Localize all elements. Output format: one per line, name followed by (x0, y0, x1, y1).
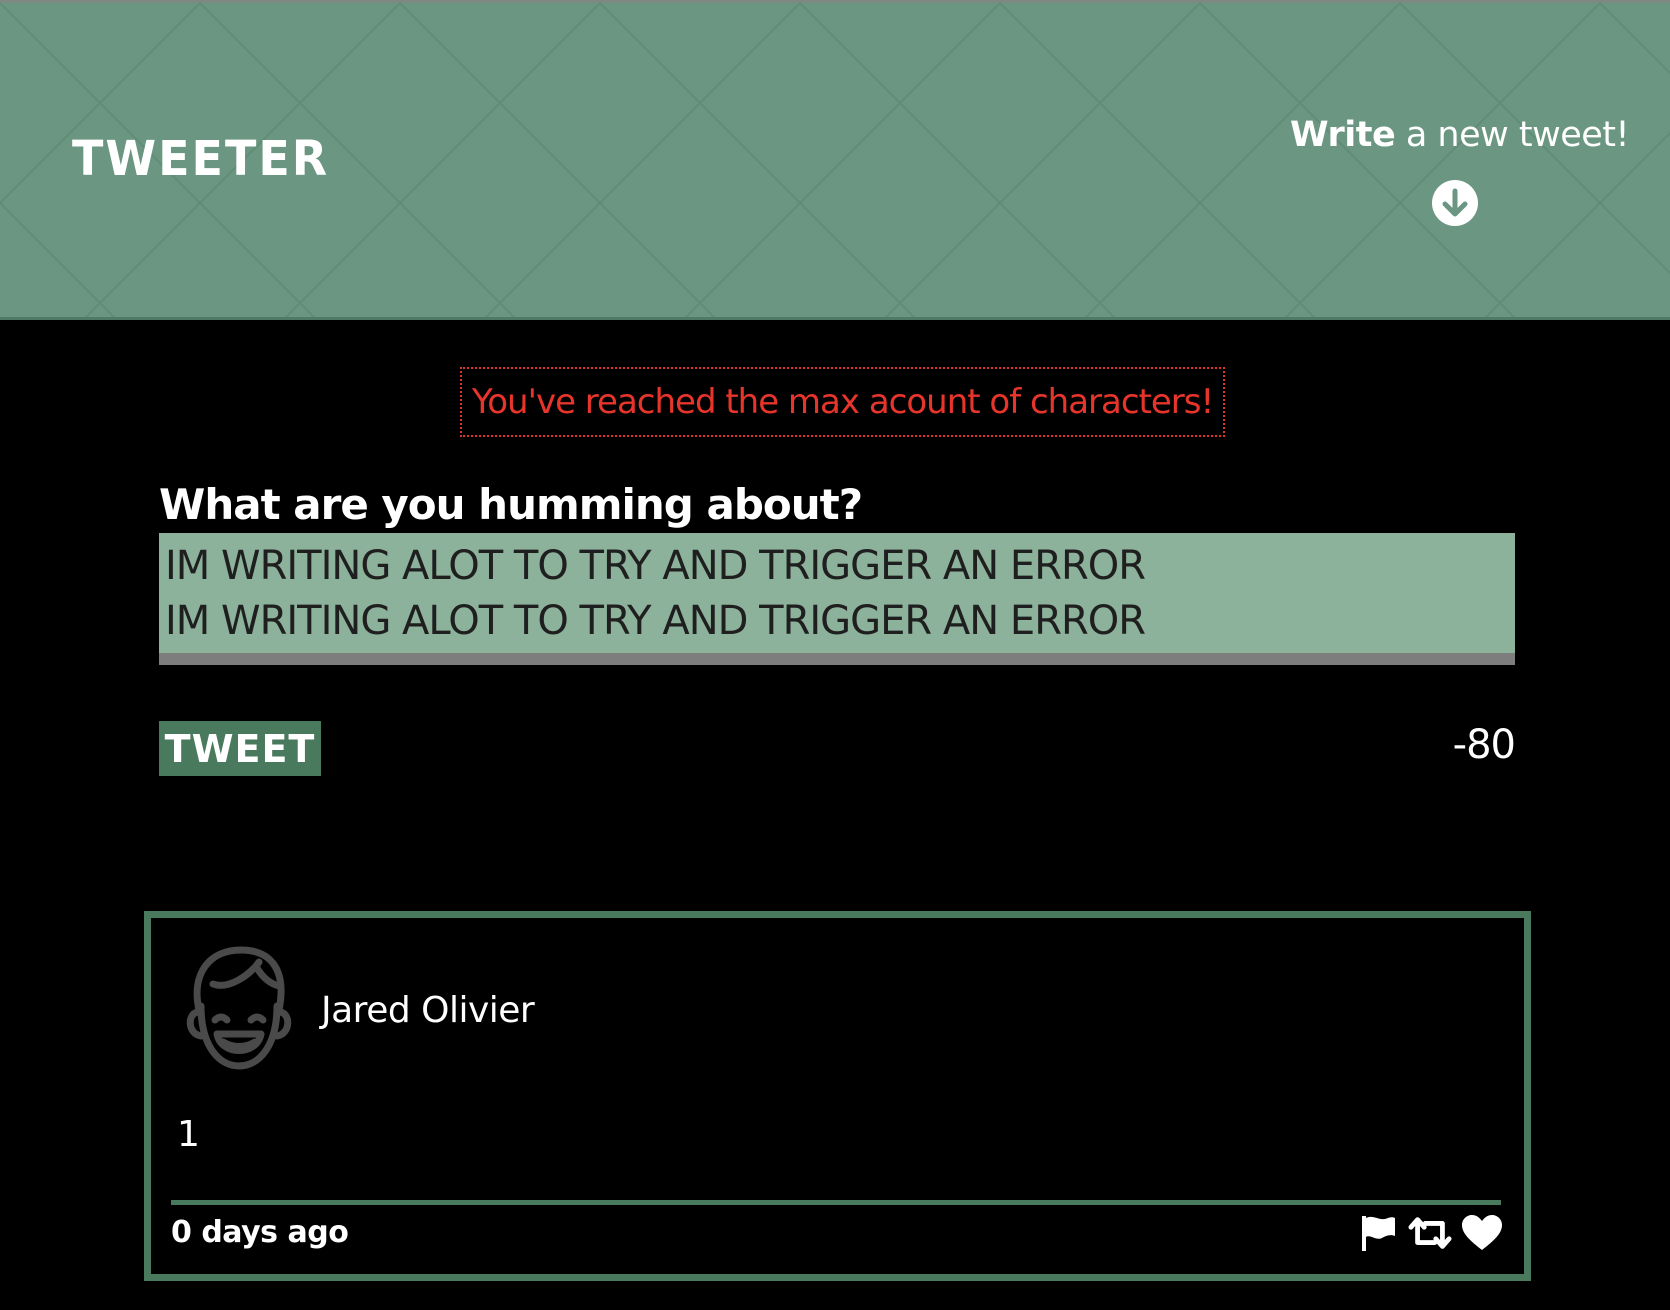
compose-label: What are you humming about? (159, 480, 863, 529)
tweet-content: 1 (177, 1114, 200, 1155)
flag-icon (1362, 1216, 1395, 1251)
retweet-button[interactable] (1408, 1211, 1452, 1255)
tweet-textarea[interactable]: IM WRITING ALOT TO TRY AND TRIGGER AN ER… (159, 533, 1515, 665)
error-message: You've reached the max acount of charact… (460, 367, 1226, 437)
write-new-tweet-toggle[interactable]: Write a new tweet! (1290, 115, 1630, 227)
tweet-divider (171, 1200, 1501, 1205)
compose-toggle-rest: a new tweet! (1395, 115, 1630, 155)
tweet-author-name: Jared Olivier (321, 990, 535, 1031)
heart-icon (1462, 1215, 1502, 1250)
tweet-card: Jared Olivier 1 0 days ago (144, 911, 1531, 1281)
arrow-down-circle-icon[interactable] (1431, 179, 1479, 227)
flag-button[interactable] (1356, 1211, 1400, 1255)
char-counter: -80 (1452, 722, 1516, 768)
like-button[interactable] (1460, 1211, 1504, 1255)
compose-toggle-bold: Write (1290, 115, 1396, 155)
brand-logo: TWEETER (72, 129, 330, 187)
compose-toggle-label: Write a new tweet! (1290, 115, 1630, 155)
tweet-actions (1356, 1208, 1504, 1258)
retweet-icon (1408, 1217, 1452, 1249)
tweet-submit-button[interactable]: TWEET (159, 721, 321, 776)
tweet-timestamp: 0 days ago (171, 1215, 349, 1250)
site-header: TWEETER Write a new tweet! (0, 0, 1670, 320)
face-avatar-icon (186, 946, 292, 1070)
